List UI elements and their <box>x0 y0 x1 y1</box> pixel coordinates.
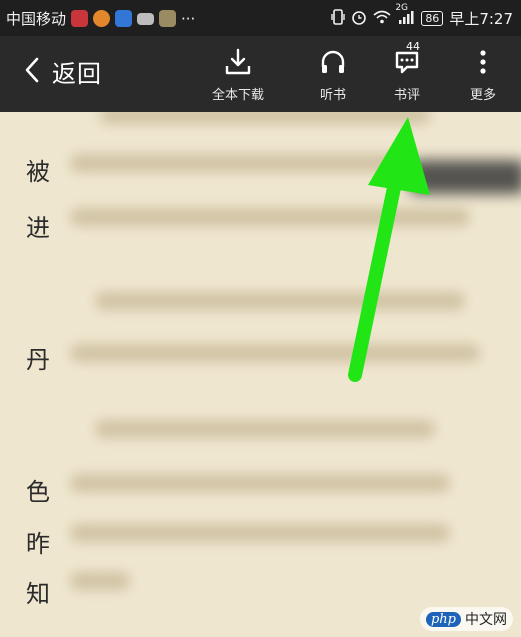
annotation-arrow <box>348 117 430 382</box>
site-watermark: php 中文网 <box>419 607 513 631</box>
arrow-head <box>368 117 430 195</box>
arrow-shaft <box>348 171 403 382</box>
watermark-text: 中文网 <box>465 612 507 628</box>
watermark-logo: php <box>425 611 461 627</box>
